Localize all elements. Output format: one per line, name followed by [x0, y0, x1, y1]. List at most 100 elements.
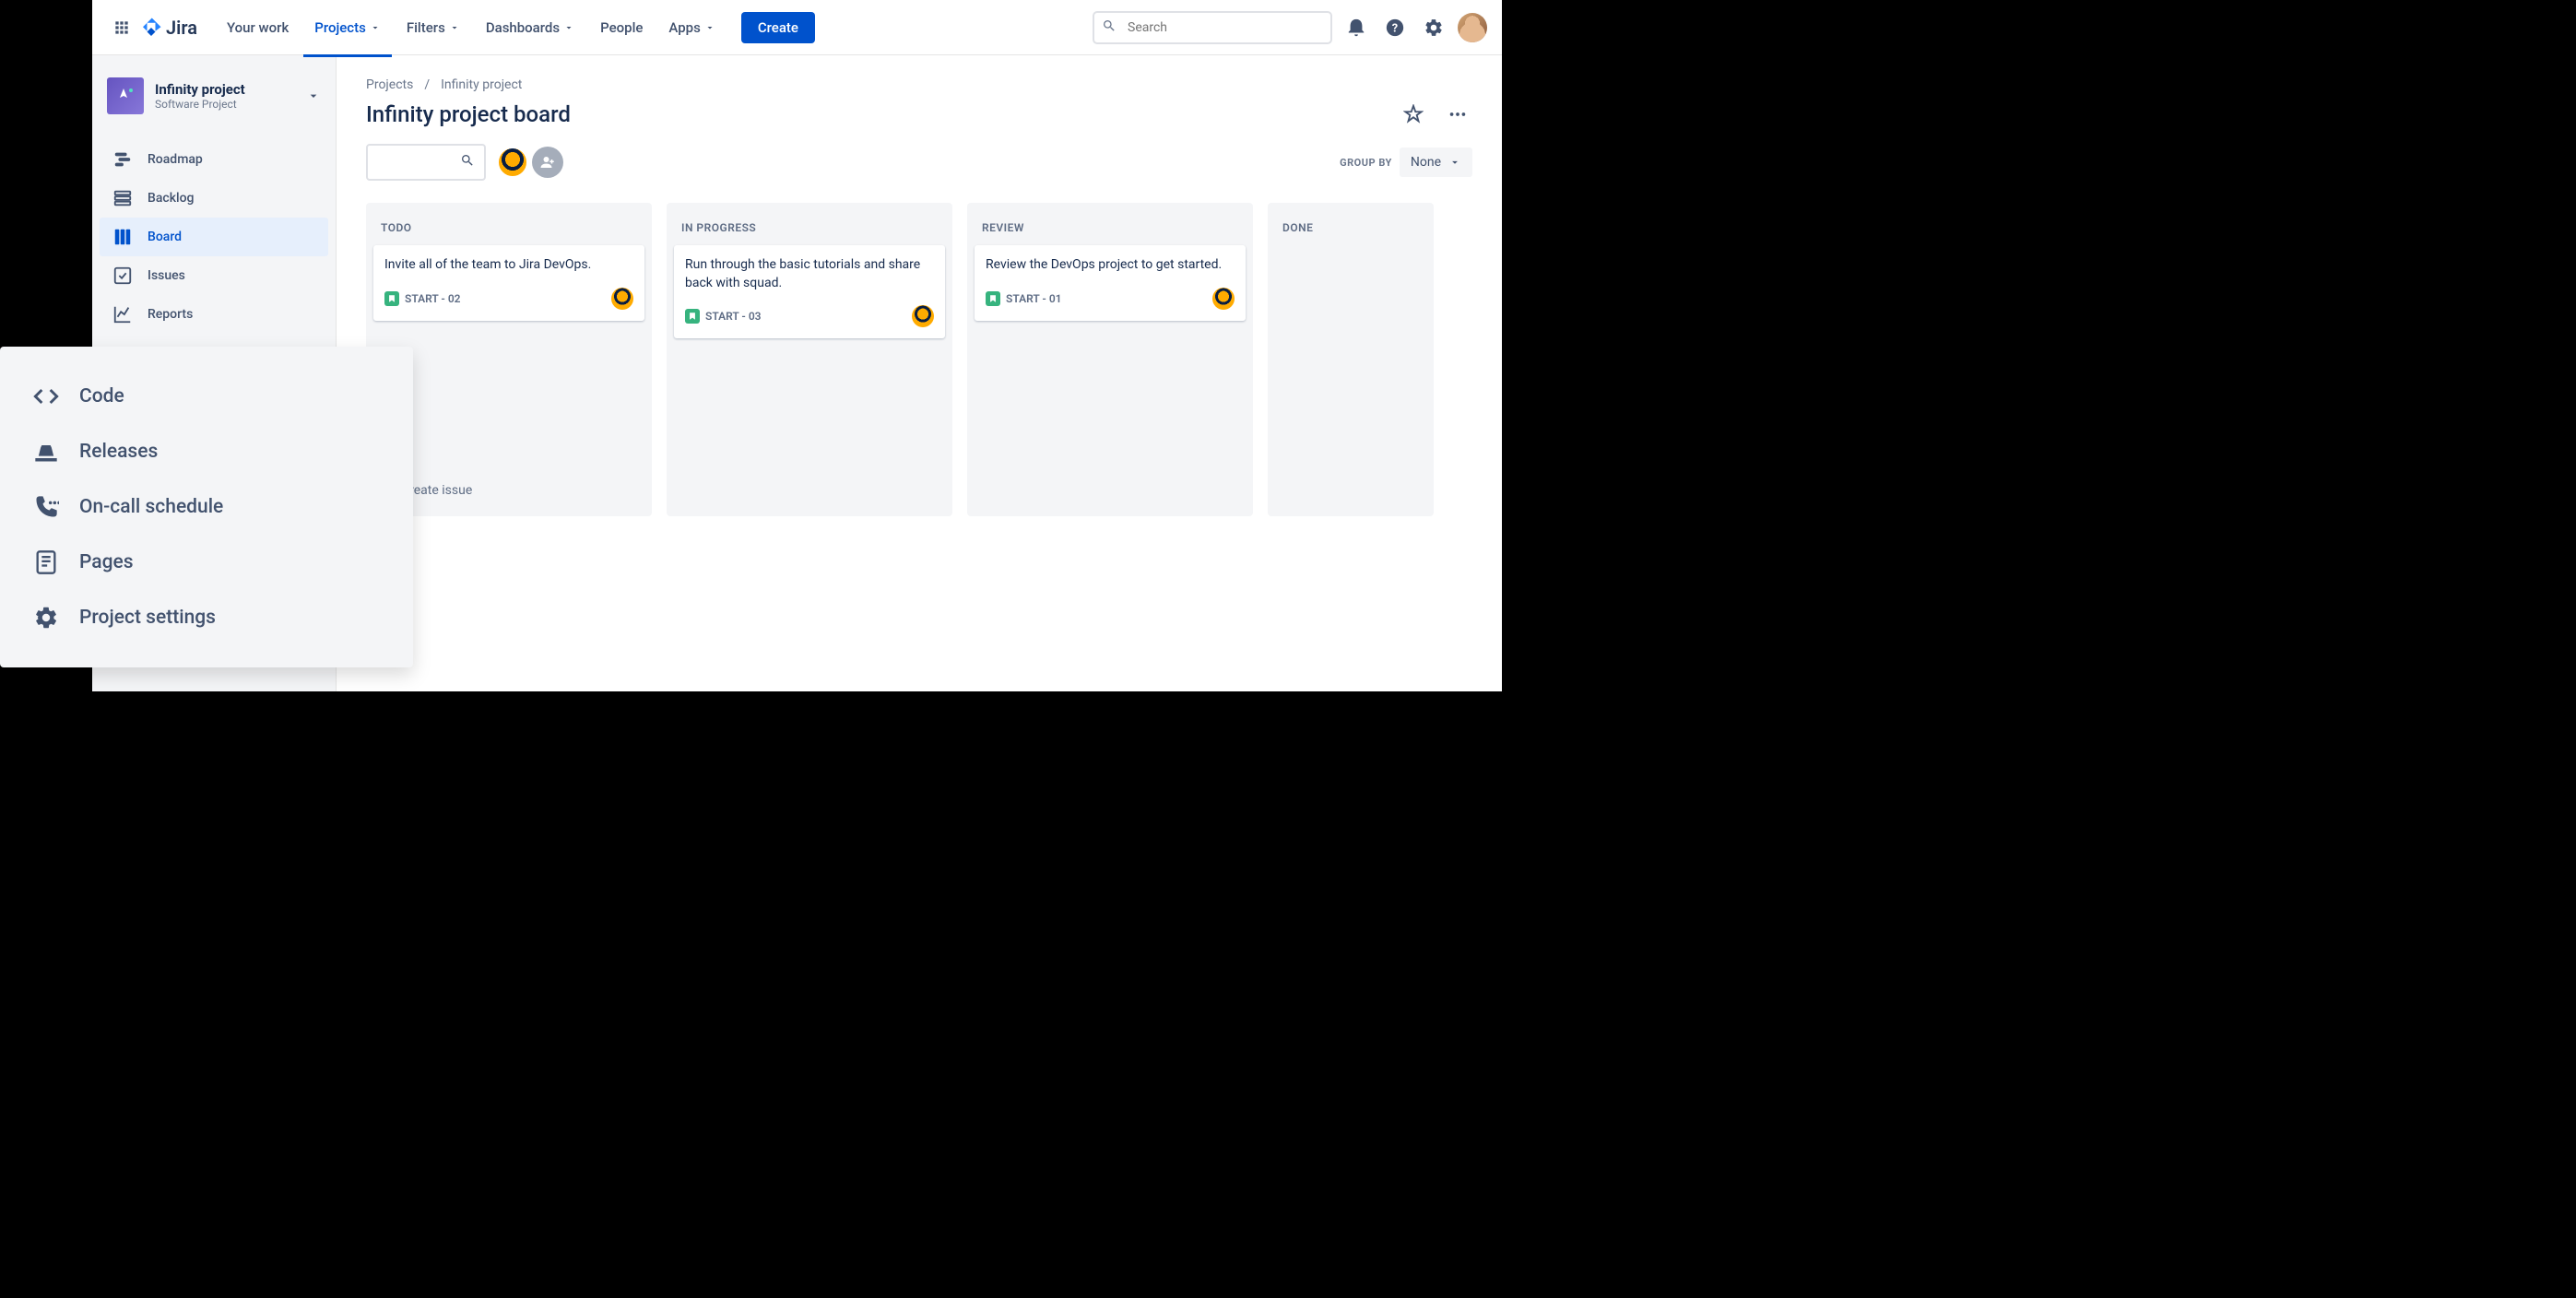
chevron-down-icon	[449, 22, 460, 33]
phone-icon	[33, 494, 59, 520]
overlay-item-releases[interactable]: Releases	[11, 424, 402, 479]
nav-dashboards[interactable]: Dashboards	[475, 12, 585, 43]
chevron-down-icon	[704, 22, 715, 33]
board-icon	[112, 227, 133, 247]
nav-projects[interactable]: Projects	[303, 12, 392, 43]
page-actions	[1399, 100, 1472, 129]
gear-icon	[33, 605, 59, 631]
overlay-item-code[interactable]: Code	[11, 369, 402, 424]
card-footer: START - 03	[685, 305, 934, 327]
sidebar-nav: Roadmap Backlog Board Issues Reports	[100, 140, 328, 334]
sidebar-item-issues[interactable]: Issues	[100, 256, 328, 295]
sidebar-item-reports[interactable]: Reports	[100, 295, 328, 334]
board-toolbar: GROUP BY None	[366, 144, 1472, 181]
group-by-label: GROUP BY	[1340, 157, 1392, 169]
project-icon	[107, 77, 144, 114]
help-icon[interactable]: ?	[1380, 13, 1410, 42]
group-by-select[interactable]: None	[1400, 148, 1472, 177]
settings-icon[interactable]	[1419, 13, 1448, 42]
breadcrumb: Projects / Infinity project	[366, 77, 1472, 92]
topnav-right: ?	[1093, 11, 1487, 44]
search-input[interactable]	[1093, 11, 1332, 44]
create-button[interactable]: Create	[741, 12, 815, 43]
overlay-item-pages[interactable]: Pages	[11, 535, 402, 590]
search-icon	[460, 153, 475, 171]
project-name: Infinity project	[155, 81, 295, 98]
card-title: Review the DevOps project to get started…	[986, 256, 1235, 275]
assignee-avatar[interactable]	[912, 305, 934, 327]
column-header: REVIEW	[975, 214, 1246, 245]
sidebar-item-backlog[interactable]: Backlog	[100, 179, 328, 218]
nav-items: Your work Projects Filters Dashboards Pe…	[216, 12, 815, 43]
story-icon	[986, 291, 1000, 306]
page-header: Infinity project board	[366, 100, 1472, 129]
card-key: START - 01	[1006, 292, 1062, 305]
create-issue-button[interactable]: Create issue	[373, 476, 644, 505]
column-header: IN PROGRESS	[674, 214, 945, 245]
nav-people[interactable]: People	[589, 12, 654, 43]
chevron-down-icon	[306, 88, 321, 103]
page-title: Infinity project board	[366, 101, 571, 127]
card-title: Run through the basic tutorials and shar…	[685, 256, 934, 292]
card[interactable]: Review the DevOps project to get started…	[975, 245, 1246, 321]
app-switcher-icon[interactable]	[107, 13, 136, 42]
chevron-down-icon	[370, 22, 381, 33]
svg-text:?: ?	[1392, 21, 1398, 35]
main-content: Projects / Infinity project Infinity pro…	[337, 55, 1502, 691]
board-search[interactable]	[366, 144, 486, 181]
user-avatar[interactable]	[1458, 13, 1487, 42]
assignee-avatar[interactable]	[1212, 288, 1235, 310]
toolbar-right: GROUP BY None	[1340, 148, 1472, 177]
reports-icon	[112, 304, 133, 324]
sidebar-item-roadmap[interactable]: Roadmap	[100, 140, 328, 179]
jira-logo-icon	[140, 17, 162, 39]
card-footer: START - 02	[384, 288, 633, 310]
nav-your-work[interactable]: Your work	[216, 12, 300, 43]
card-footer: START - 01	[986, 288, 1235, 310]
column-review: REVIEW Review the DevOps project to get …	[967, 203, 1253, 516]
overlay-item-oncall[interactable]: On-call schedule	[11, 479, 402, 535]
jira-logo[interactable]: Jira	[140, 17, 197, 39]
chevron-down-icon	[563, 22, 574, 33]
column-done: DONE	[1268, 203, 1434, 516]
card[interactable]: Run through the basic tutorials and shar…	[674, 245, 945, 338]
card-key: START - 03	[705, 310, 762, 323]
card[interactable]: Invite all of the team to Jira DevOps. S…	[373, 245, 644, 321]
app-shell: Jira Your work Projects Filters Dashboar…	[92, 0, 1502, 691]
card-key: START - 02	[405, 292, 461, 305]
column-header: TODO	[373, 214, 644, 245]
pages-icon	[33, 549, 59, 575]
card-title: Invite all of the team to Jira DevOps.	[384, 256, 633, 275]
project-info: Infinity project Software Project	[155, 81, 295, 111]
nav-apps[interactable]: Apps	[657, 12, 726, 43]
assignee-avatar[interactable]	[611, 288, 633, 310]
project-selector[interactable]: Infinity project Software Project	[100, 70, 328, 122]
more-icon[interactable]	[1443, 100, 1472, 129]
chevron-down-icon	[1448, 156, 1461, 169]
overlay-item-settings[interactable]: Project settings	[11, 590, 402, 645]
star-icon[interactable]	[1399, 100, 1428, 129]
add-people-button[interactable]	[532, 147, 563, 178]
jira-logo-text: Jira	[166, 17, 197, 39]
global-search[interactable]	[1093, 11, 1332, 44]
sidebar-item-board[interactable]: Board	[100, 218, 328, 256]
notifications-icon[interactable]	[1341, 13, 1371, 42]
issues-icon	[112, 266, 133, 286]
sidebar-overlay-panel: Code Releases On-call schedule Pages Pro…	[0, 347, 413, 667]
column-inprogress: IN PROGRESS Run through the basic tutori…	[667, 203, 952, 516]
roadmap-icon	[112, 149, 133, 170]
search-icon	[1102, 18, 1117, 37]
story-icon	[685, 309, 700, 324]
nav-filters[interactable]: Filters	[396, 12, 471, 43]
top-navigation: Jira Your work Projects Filters Dashboar…	[92, 0, 1502, 55]
breadcrumb-root[interactable]: Projects	[366, 77, 413, 92]
backlog-icon	[112, 188, 133, 208]
project-type: Software Project	[155, 98, 295, 111]
releases-icon	[33, 439, 59, 465]
assignee-filter-avatar[interactable]	[497, 147, 528, 178]
column-header: DONE	[1275, 214, 1426, 245]
code-icon	[33, 384, 59, 409]
board: TODO Invite all of the team to Jira DevO…	[366, 203, 1472, 516]
story-icon	[384, 291, 399, 306]
breadcrumb-current[interactable]: Infinity project	[441, 77, 522, 92]
